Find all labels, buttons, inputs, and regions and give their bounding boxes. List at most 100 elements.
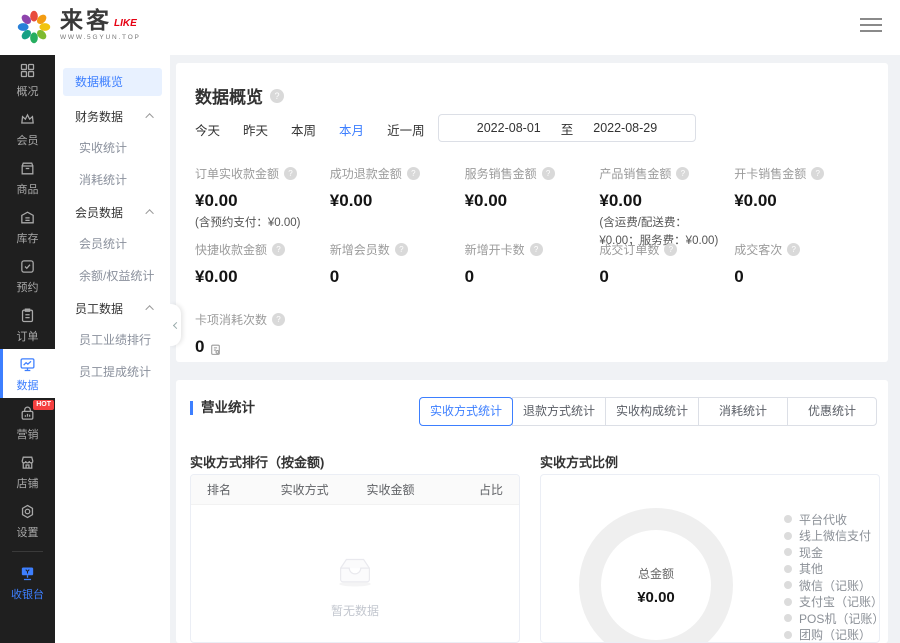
help-icon[interactable]: ?: [407, 167, 420, 180]
filter-last-week[interactable]: 近一周: [387, 120, 425, 139]
stat-refund: 成功退款金额? ¥0.00: [330, 165, 465, 251]
help-icon[interactable]: ?: [270, 89, 284, 103]
sidebar-collapse-handle[interactable]: [170, 304, 181, 346]
submenu-item-data-overview[interactable]: 数据概览: [63, 68, 162, 96]
help-icon[interactable]: ?: [676, 167, 689, 180]
legend-item[interactable]: 团购（记账）: [784, 629, 879, 642]
legend-dot: [784, 581, 792, 589]
chevron-up-icon: [145, 113, 153, 121]
filter-yesterday[interactable]: 昨天: [243, 120, 268, 139]
legend-item[interactable]: 线上微信支付: [784, 530, 879, 543]
stat-quick-payment: 快捷收款金额? ¥0.00: [195, 241, 330, 287]
empty-text: 暂无数据: [191, 602, 519, 619]
hamburger-menu-icon[interactable]: [860, 18, 882, 36]
data-overview-card: 数据概览 ? 今天 昨天 本周 本月 近一周 近一月 2022-08-01 至 …: [176, 63, 888, 362]
section-title-business: 营业统计: [190, 401, 255, 415]
stat-deal-orders: 成交订单数? 0: [599, 241, 734, 287]
sidebar-item-orders[interactable]: 订单: [0, 300, 55, 349]
filter-this-month[interactable]: 本月: [339, 120, 364, 139]
submenu-item-consume-stats[interactable]: 消耗统计: [55, 164, 170, 196]
help-icon[interactable]: ?: [664, 243, 677, 256]
gear-icon: [19, 503, 36, 528]
box-icon: [19, 160, 36, 185]
tab-receipt-composition[interactable]: 实收构成统计: [605, 397, 699, 426]
empty-state: 暂无数据: [191, 553, 519, 619]
legend-item[interactable]: 现金: [784, 546, 879, 559]
sidebar-item-overview[interactable]: 概况: [0, 55, 55, 104]
stat-card-sales: 开卡销售金额? ¥0.00: [734, 165, 869, 251]
chevron-up-icon: [145, 209, 153, 217]
rank-panel-title: 实收方式排行（按金额): [190, 452, 324, 471]
business-tab-group: 实收方式统计 退款方式统计 实收构成统计 消耗统计 优惠统计: [419, 397, 877, 426]
receipt-rank-table: 排名 实收方式 实收金额 占比 暂无数据: [190, 474, 520, 643]
tab-refund-method[interactable]: 退款方式统计: [512, 397, 606, 426]
tab-discount-stats[interactable]: 优惠统计: [787, 397, 877, 426]
help-icon[interactable]: ?: [272, 243, 285, 256]
column-ratio: 占比: [438, 481, 503, 498]
help-icon[interactable]: ?: [811, 167, 824, 180]
sidebar-item-data[interactable]: 数据: [0, 349, 55, 398]
logo-like-text: LIKE: [114, 16, 137, 32]
logo-url-text: WWW.5GYUN.TOP: [60, 34, 141, 41]
check-square-icon: [19, 258, 36, 283]
app-logo[interactable]: 来客 LIKE WWW.5GYUN.TOP: [14, 7, 141, 52]
stat-new-members: 新增会员数? 0: [330, 241, 465, 287]
sidebar-divider: [12, 551, 43, 552]
sidebar-item-inventory[interactable]: 库存: [0, 202, 55, 251]
date-range-picker[interactable]: 2022-08-01 至 2022-08-29: [438, 114, 696, 142]
sidebar-item-cashier[interactable]: 收银台: [0, 558, 55, 607]
submenu-item-staff-commission[interactable]: 员工提成统计: [55, 356, 170, 388]
empty-inbox-icon: [332, 576, 378, 593]
sidebar-item-marketing[interactable]: HOT 营销: [0, 398, 55, 447]
column-rank: 排名: [207, 481, 266, 498]
stat-deal-customers: 成交客次? 0: [734, 241, 869, 287]
submenu-group-staff[interactable]: 员工数据: [55, 292, 170, 324]
filter-this-week[interactable]: 本周: [291, 120, 316, 139]
legend-item[interactable]: POS机（记账）: [784, 612, 879, 625]
sidebar-item-goods[interactable]: 商品: [0, 153, 55, 202]
submenu-item-staff-rank[interactable]: 员工业绩排行: [55, 324, 170, 356]
date-end: 2022-08-29: [593, 121, 657, 135]
legend-item[interactable]: 微信（记账）: [784, 579, 879, 592]
tab-receipt-method[interactable]: 实收方式统计: [419, 397, 513, 426]
column-method: 实收方式: [266, 481, 343, 498]
sidebar-item-shop[interactable]: 店铺: [0, 447, 55, 496]
legend-item[interactable]: 支付宝（记账）: [784, 596, 879, 609]
tab-consume-stats[interactable]: 消耗统计: [698, 397, 788, 426]
storefront-icon: [19, 454, 36, 479]
legend-dot: [784, 565, 792, 573]
submenu-item-member-stats[interactable]: 会员统计: [55, 228, 170, 260]
sidebar-item-members[interactable]: 会员: [0, 104, 55, 153]
table-header-row: 排名 实收方式 实收金额 占比: [191, 475, 519, 505]
sidebar-item-booking[interactable]: 预约: [0, 251, 55, 300]
donut-center-value: ¥0.00: [637, 589, 675, 606]
legend-dot: [784, 631, 792, 639]
sidebar-item-settings[interactable]: 设置: [0, 496, 55, 545]
help-icon[interactable]: ?: [787, 243, 800, 256]
legend-dot: [784, 614, 792, 622]
submenu-group-member[interactable]: 会员数据: [55, 196, 170, 228]
help-icon[interactable]: ?: [530, 243, 543, 256]
help-icon[interactable]: ?: [395, 243, 408, 256]
legend-dot: [784, 598, 792, 606]
logo-text: 来客: [60, 9, 112, 32]
submenu-item-receipt-stats[interactable]: 实收统计: [55, 132, 170, 164]
help-icon[interactable]: ?: [284, 167, 297, 180]
filter-today[interactable]: 今天: [195, 120, 220, 139]
chevron-left-icon: [173, 321, 180, 328]
stats-row-2: 快捷收款金额? ¥0.00 新增会员数? 0 新增开卡数? 0 成交订单数? 0…: [195, 241, 869, 287]
legend-item[interactable]: 其他: [784, 563, 879, 576]
help-icon[interactable]: ?: [272, 313, 285, 326]
help-icon[interactable]: ?: [542, 167, 555, 180]
legend-item[interactable]: 平台代收: [784, 513, 879, 526]
business-stats-card: 营业统计 实收方式统计 退款方式统计 实收构成统计 消耗统计 优惠统计 实收方式…: [176, 380, 888, 643]
donut-center-label: 总金额: [638, 565, 674, 582]
stat-service-sales: 服务销售金额? ¥0.00: [465, 165, 600, 251]
date-start: 2022-08-01: [477, 121, 541, 135]
submenu-item-balance-stats[interactable]: 余额/权益统计: [55, 260, 170, 292]
stat-new-cards: 新增开卡数? 0: [465, 241, 600, 287]
ratio-panel-title: 实收方式比例: [540, 452, 618, 471]
detail-doc-icon[interactable]: [209, 341, 222, 354]
warehouse-icon: [19, 209, 36, 234]
submenu-group-finance[interactable]: 财务数据: [55, 100, 170, 132]
